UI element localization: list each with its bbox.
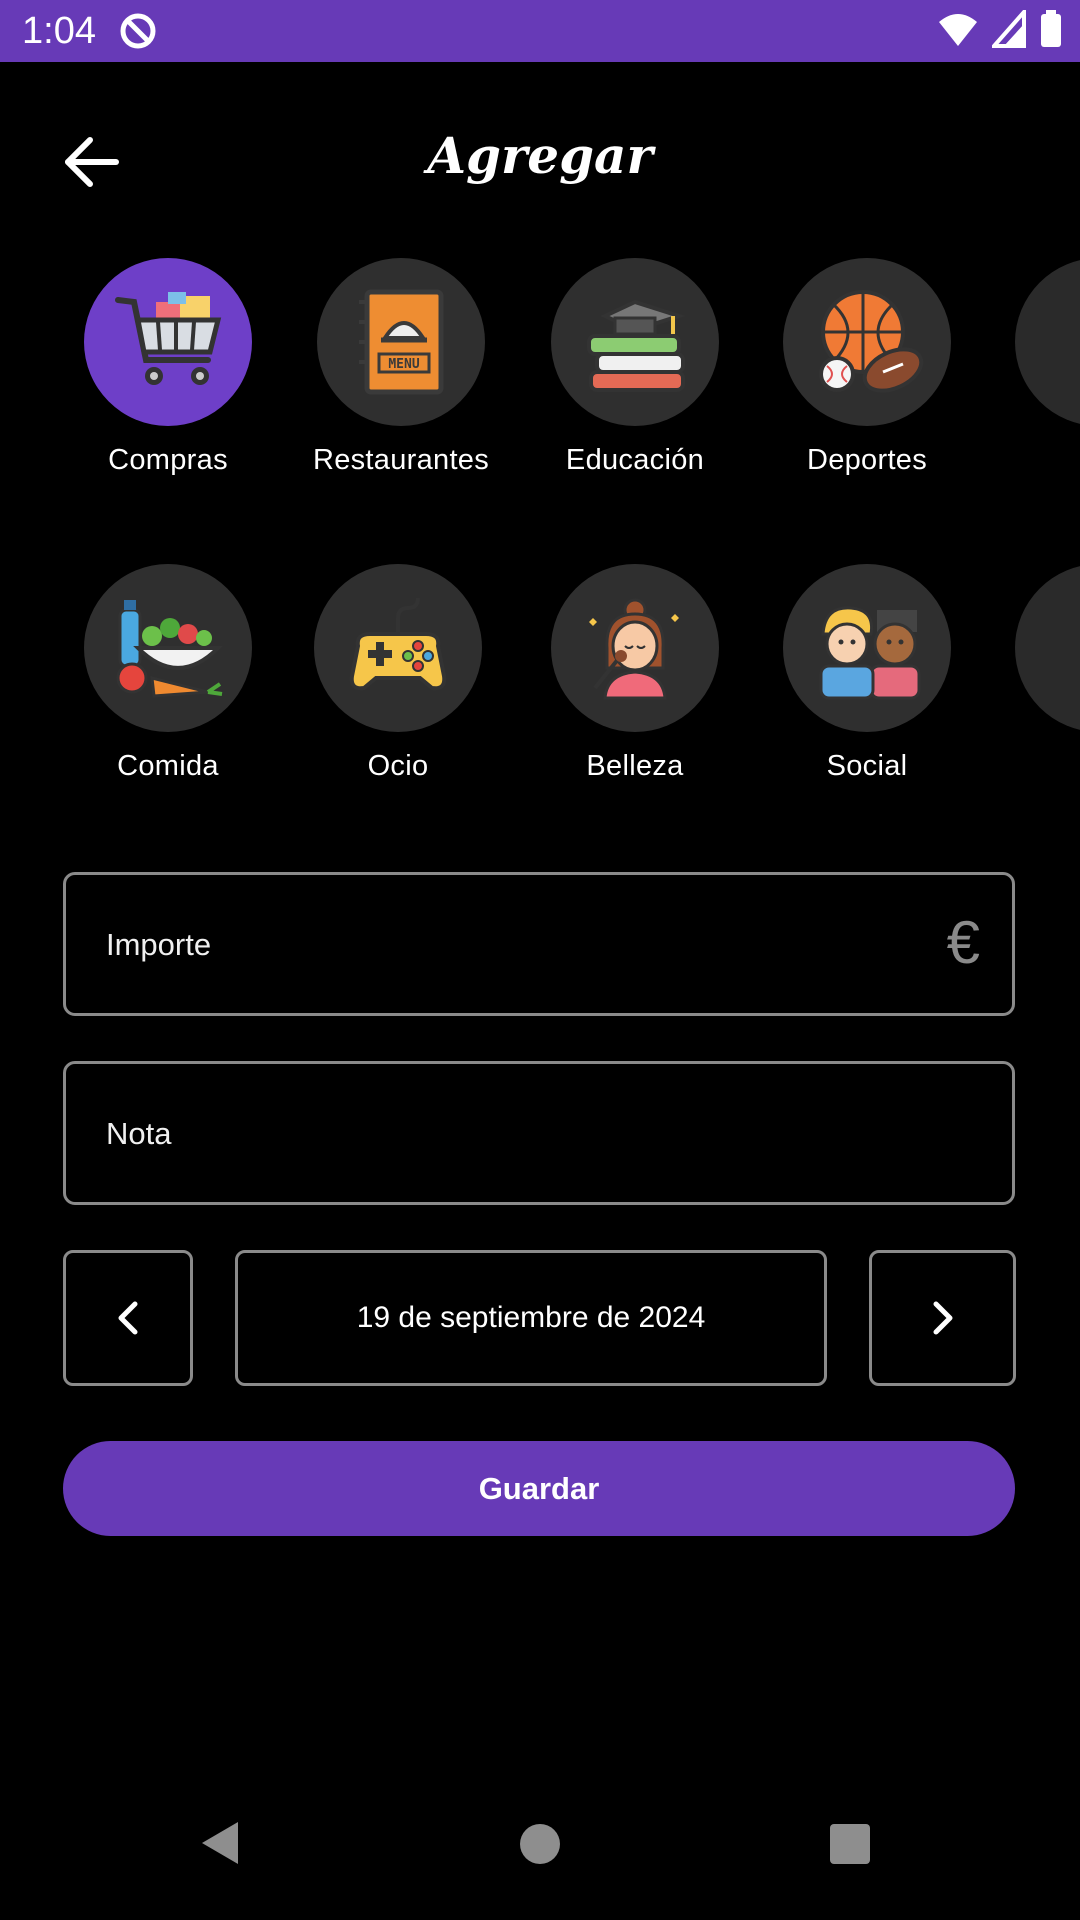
category-label: Comida [117,750,219,782]
amount-input[interactable] [104,875,908,1015]
category-circle [314,564,482,732]
education-books-icon [587,299,686,392]
svg-text:MENU: MENU [388,357,419,372]
status-icons [938,6,1062,53]
groceries-icon [116,600,223,698]
amount-field: € [63,872,1015,1016]
page-title: Agregar [427,126,653,185]
category-comida[interactable]: Comida [68,564,268,783]
beauty-makeup-icon [589,598,679,700]
category-row-1: Compras MENU Restaurantes Educación Depo… [0,258,1080,488]
friends-icon [819,606,921,700]
category-belleza[interactable]: Belleza [535,564,735,783]
category-compras[interactable]: Compras [68,258,268,477]
nav-back-icon[interactable] [200,1820,240,1871]
previous-day-button[interactable] [63,1250,193,1386]
category-label: Belleza [586,750,684,782]
nav-recents-icon[interactable] [830,1824,870,1864]
app-bar: Agregar [0,62,1080,252]
category-circle [783,564,951,732]
category-label: Restaurantes [312,444,490,476]
category-circle: MENU [317,258,485,426]
category-ocio[interactable]: Ocio [298,564,498,783]
chevron-right-icon [933,1301,952,1335]
category-label: Social [826,750,908,782]
chevron-left-icon [118,1301,138,1335]
nav-home-icon[interactable] [520,1824,560,1864]
category-circle [783,258,951,426]
category-circle [84,258,252,426]
focus-mode-icon [118,11,158,56]
note-input[interactable] [104,1064,908,1204]
gamepad-icon [349,597,447,691]
category-label: Educación [565,444,705,476]
category-deportes[interactable]: Deportes [767,258,967,477]
category-social[interactable]: Social [767,564,967,783]
category-label: Compras [108,444,228,476]
date-text: 19 de septiembre de 2024 [356,1301,706,1334]
battery-icon [1040,10,1062,53]
category-label: Deportes [806,444,928,476]
save-button-label: Guardar [478,1470,600,1506]
system-nav-bar [0,1790,1080,1920]
category-educacion[interactable]: Educación [535,258,735,477]
next-day-button[interactable] [869,1250,1016,1386]
save-button[interactable]: Guardar [63,1441,1015,1536]
category-circle [551,564,719,732]
signal-icon [989,6,1026,53]
status-bar: 1:04 [0,0,1080,62]
status-time: 1:04 [22,10,96,52]
category-next-peek [1015,258,1080,426]
euro-icon: € [946,909,980,976]
sports-balls-icon [819,290,924,393]
category-next-peek [1015,564,1080,732]
date-display[interactable]: 19 de septiembre de 2024 [235,1250,827,1386]
note-field [63,1061,1015,1205]
category-row-2: Comida Ocio Belleza Social [0,564,1080,794]
category-label: Ocio [367,750,429,782]
category-circle [84,564,252,732]
category-restaurantes[interactable]: MENU Restaurantes [301,258,501,477]
wifi-icon [938,10,978,53]
shopping-cart-icon [115,292,222,385]
restaurant-menu-icon: MENU [359,289,444,395]
category-circle [551,258,719,426]
